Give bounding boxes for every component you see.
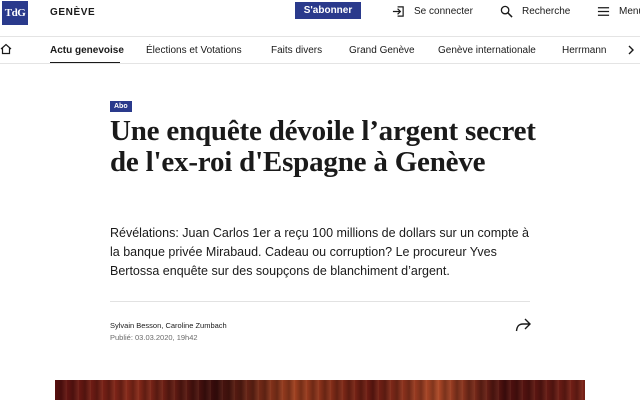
publish-date: Publié: 03.03.2020, 19h42	[110, 333, 198, 342]
active-tab-indicator	[50, 62, 120, 63]
nav-item-grand-geneve[interactable]: Grand Genève	[349, 45, 415, 56]
subscribe-button[interactable]: S'abonner	[295, 2, 361, 19]
hamburger-icon	[597, 7, 610, 16]
login-link[interactable]: Se connecter	[392, 5, 473, 18]
article-headline: Une enquête dévoile l’argent secret de l…	[110, 115, 536, 178]
search-icon	[500, 5, 513, 18]
premium-badge: Abo	[110, 101, 132, 112]
search-link[interactable]: Recherche	[500, 5, 570, 18]
home-icon[interactable]	[0, 43, 12, 55]
divider	[110, 301, 530, 302]
chevron-right-icon	[628, 45, 634, 55]
nav-item-geneve-internationale[interactable]: Genève internationale	[438, 45, 536, 56]
nav-scroll-right[interactable]	[622, 37, 640, 63]
site-logo[interactable]: TdG	[2, 1, 28, 25]
section-nav: Actu genevoise Élections et Votations Fa…	[0, 36, 640, 64]
nav-item-herrmann[interactable]: Herrmann	[562, 45, 606, 56]
login-label: Se connecter	[414, 6, 473, 17]
share-icon[interactable]	[515, 318, 531, 332]
article-hero-image	[55, 380, 585, 400]
menu-button[interactable]: Menu	[597, 5, 640, 18]
menu-label: Menu	[619, 6, 640, 17]
nav-item-faits-divers[interactable]: Faits divers	[271, 45, 322, 56]
nav-item-elections[interactable]: Élections et Votations	[146, 45, 242, 56]
top-header: TdG GENÈVE S'abonner Se connecter Recher…	[0, 0, 640, 26]
search-label: Recherche	[522, 6, 571, 17]
article-lede: Révélations: Juan Carlos 1er a reçu 100 …	[110, 226, 529, 278]
nav-item-actu-genevoise[interactable]: Actu genevoise	[50, 45, 124, 56]
login-icon	[392, 6, 404, 17]
section-title[interactable]: GENÈVE	[50, 7, 95, 18]
article-authors[interactable]: Sylvain Besson, Caroline Zumbach	[110, 321, 227, 330]
